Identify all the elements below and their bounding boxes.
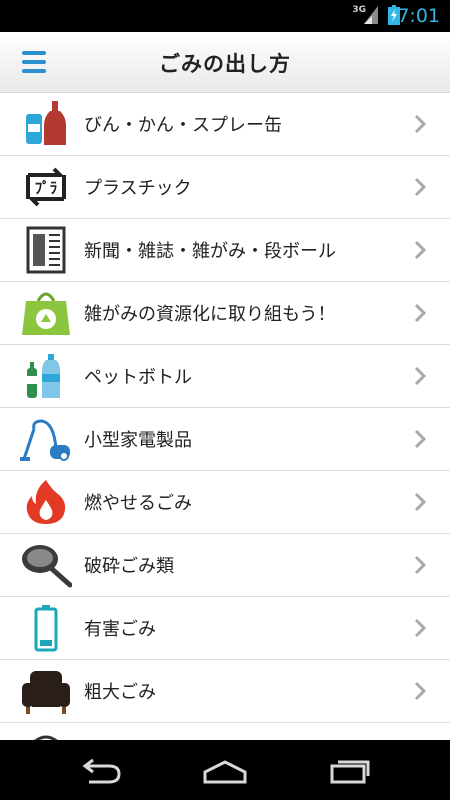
svg-text:ﾌﾟﾗ: ﾌﾟﾗ [35,179,58,197]
system-nav-bar [0,740,450,800]
newspaper-icon [26,226,66,274]
chevron-right-icon [414,177,427,197]
back-icon[interactable] [77,756,125,786]
list-item[interactable]: びん・かん・スプレー缶 [0,93,450,156]
item-label: 破砕ごみ類 [84,556,174,577]
plastic-recycle-icon: ﾌﾟﾗ [26,167,66,207]
list-item-partial[interactable] [0,723,450,740]
item-label: プラスチック [84,178,192,199]
partial-icon [34,735,58,740]
item-label: 燃やせるごみ [84,493,192,514]
bottle-can-icon [26,101,66,145]
list-item[interactable]: 破砕ごみ類 [0,534,450,597]
home-icon[interactable] [201,756,249,786]
list-item[interactable]: 新聞・雑誌・雑がみ・段ボール [0,219,450,282]
item-label: 新聞・雑誌・雑がみ・段ボール [84,241,336,262]
recent-apps-icon[interactable] [328,756,376,786]
status-bar: 3G 7:01 [0,0,450,32]
frying-pan-icon [22,545,72,588]
battery-icon [34,605,58,652]
item-label: 有害ごみ [84,619,156,640]
chevron-right-icon [414,681,427,701]
clock: 7:01 [397,5,440,27]
vacuum-cleaner-icon [20,419,70,461]
chevron-right-icon [414,618,427,638]
list-item[interactable]: 雑がみの資源化に取り組もう！ [0,282,450,345]
chevron-right-icon [414,555,427,575]
item-label: ペットボトル [84,367,192,388]
item-label: 粗大ごみ [84,682,156,703]
category-list: びん・かん・スプレー缶 ﾌﾟﾗ プラスチック 新聞・雑誌・雑がみ・段ボール 雑が… [0,93,450,740]
page-title: ごみの出し方 [159,52,291,76]
list-item[interactable]: 粗大ごみ [0,660,450,723]
sofa-icon [22,671,70,714]
item-label: 小型家電製品 [84,430,192,451]
item-label: びん・かん・スプレー缶 [84,115,282,136]
app-bar: ごみの出し方 [0,32,450,93]
fire-icon [26,480,66,524]
chevron-right-icon [414,240,427,260]
list-item[interactable]: 有害ごみ [0,597,450,660]
chevron-right-icon [414,492,427,512]
chevron-right-icon [414,114,427,134]
recycle-bag-icon [22,292,70,335]
chevron-right-icon [414,429,427,449]
pet-bottle-icon [27,354,60,398]
list-item[interactable]: ﾌﾟﾗ プラスチック [0,156,450,219]
chevron-right-icon [414,366,427,386]
list-item[interactable]: 小型家電製品 [0,408,450,471]
signal-icon [364,6,378,24]
chevron-right-icon [414,303,427,323]
list-item[interactable]: ペットボトル [0,345,450,408]
item-label: 雑がみの資源化に取り組もう！ [84,304,336,325]
list-item[interactable]: 燃やせるごみ [0,471,450,534]
